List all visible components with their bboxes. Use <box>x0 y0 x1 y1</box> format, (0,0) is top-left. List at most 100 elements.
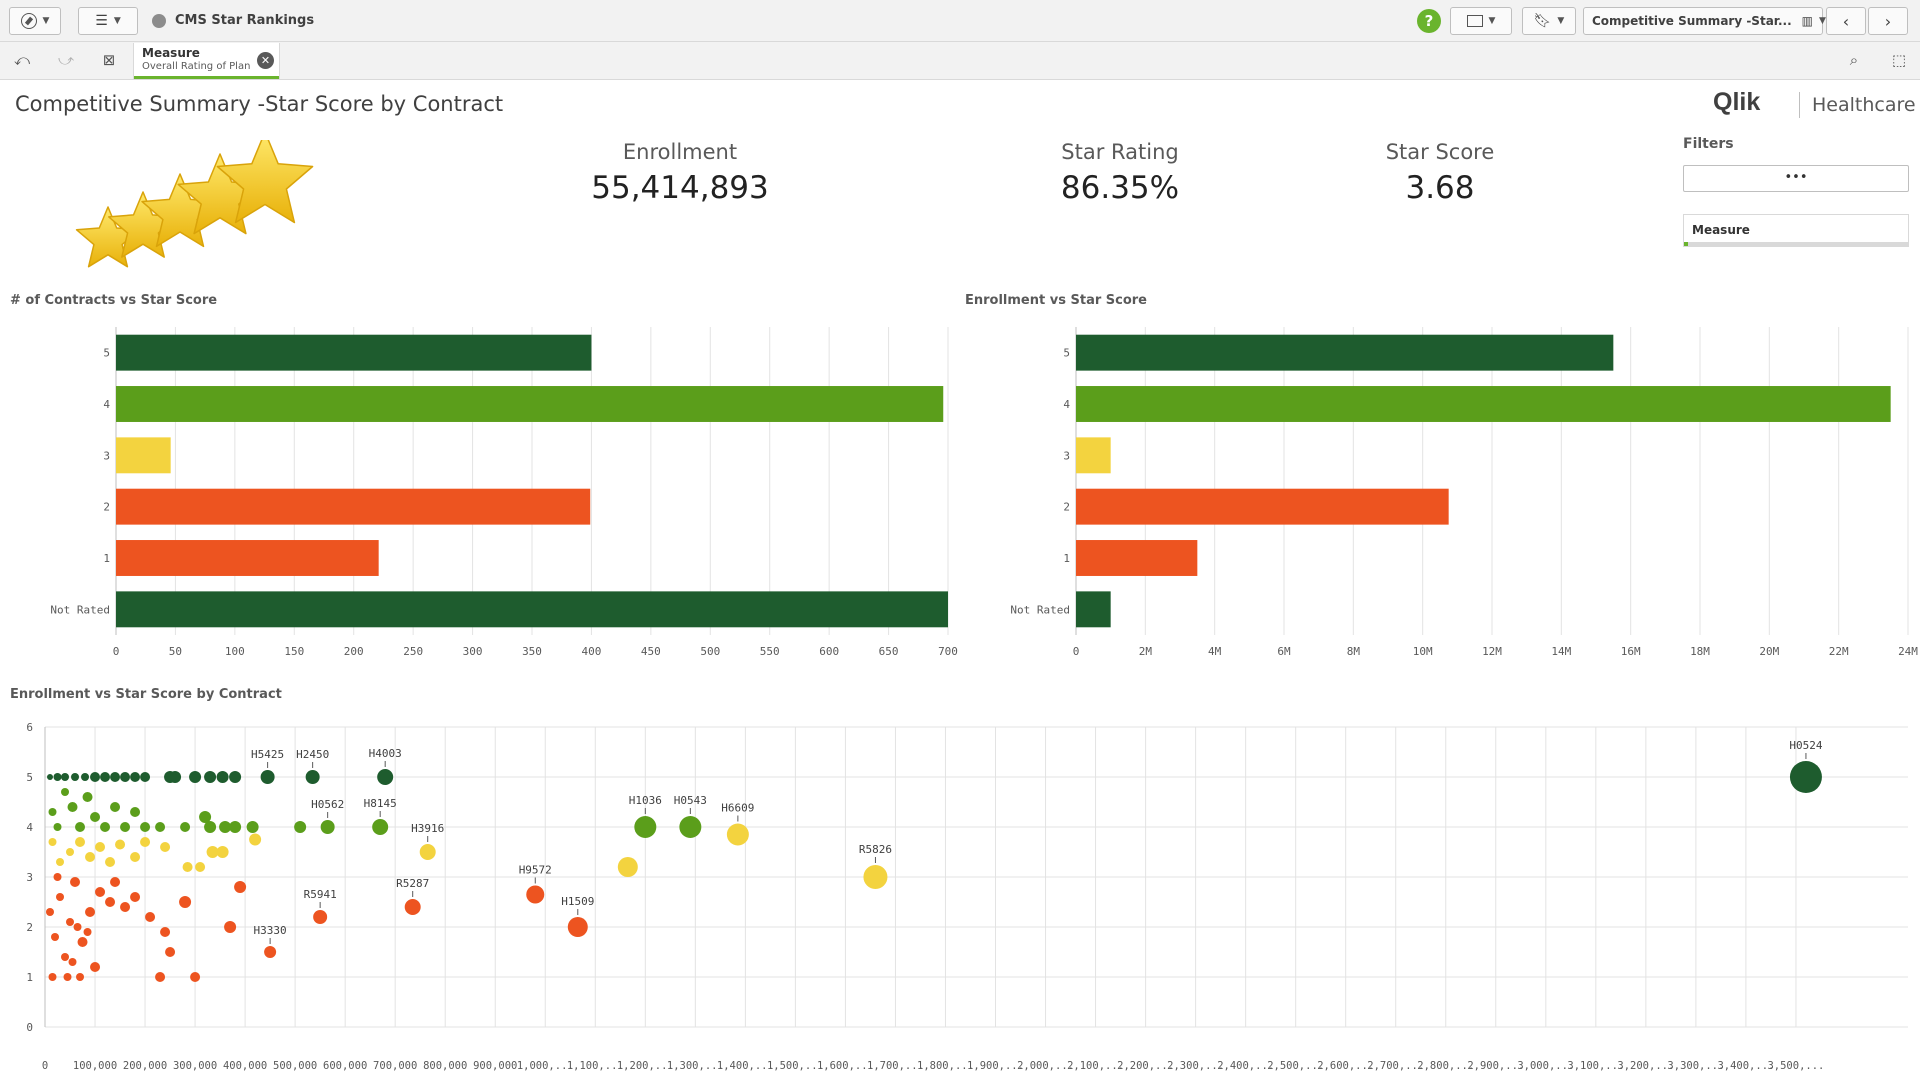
scatter-point <box>110 802 121 812</box>
next-sheet-button[interactable]: › <box>1868 7 1908 35</box>
bookmarks-button[interactable]: 🔖︎ ▼ <box>1522 7 1576 35</box>
qlik-logo-text: Qlik <box>1713 88 1761 116</box>
scatter-point <box>110 877 121 887</box>
smart-search-button[interactable]: ⌕ <box>1843 51 1865 71</box>
y-tick-label: Not Rated <box>1010 603 1070 616</box>
scatter-point <box>63 973 72 981</box>
scatter-point <box>130 772 141 782</box>
scatter-point <box>115 839 126 850</box>
logo-divider <box>1799 92 1800 118</box>
x-tick-label: 16M <box>1621 645 1641 658</box>
kpi-value: 3.68 <box>1405 170 1475 206</box>
chevron-down-icon: ▼ <box>1557 16 1565 26</box>
x-tick-label: 400 <box>581 645 601 658</box>
previous-sheet-button[interactable]: ‹ <box>1826 7 1866 35</box>
measure-filter-pane[interactable]: Measure <box>1683 214 1909 247</box>
point-label: R5287 <box>396 877 429 890</box>
scatter-point <box>47 774 54 780</box>
x-tick-label: 3,200,... <box>1617 1060 1674 1072</box>
x-tick-label: 4M <box>1208 645 1222 658</box>
navigation-menu-button[interactable]: ☰ ▼ <box>78 7 138 35</box>
scatter-point <box>75 822 86 832</box>
global-menu-button[interactable]: ▼ <box>9 7 61 35</box>
kpi-label: Enrollment <box>622 140 738 164</box>
scatter-point <box>53 823 62 831</box>
x-tick-label: 700 <box>938 645 958 658</box>
selections-tool-button[interactable]: ⬚ <box>1888 51 1910 71</box>
scatter-point <box>140 822 151 832</box>
filter-state-bar <box>1684 242 1908 246</box>
filters-more-button[interactable]: ••• <box>1683 165 1909 192</box>
remove-selection-button[interactable]: ✕ <box>257 52 274 69</box>
kpi-label: Star Rating <box>1061 140 1179 164</box>
close-icon: ✕ <box>260 54 271 67</box>
point-label: H2450 <box>296 748 329 761</box>
selection-chip-indicator <box>134 76 279 79</box>
kpi-star-rating: Star Rating 86.35% <box>1000 140 1240 206</box>
x-tick-label: 2,800,... <box>1417 1060 1474 1072</box>
scatter-point <box>679 816 702 838</box>
x-tick-label: 2,000,... <box>1017 1060 1074 1072</box>
scatter-point <box>61 773 70 781</box>
point-label: H8145 <box>364 797 397 810</box>
x-tick-label: 500,000 <box>273 1060 317 1072</box>
scatter-point <box>180 822 191 832</box>
x-tick-label: 600,000 <box>323 1060 367 1072</box>
selection-chip-field: Measure <box>142 46 200 60</box>
help-icon: ? <box>1424 12 1434 30</box>
x-tick-label: 200 <box>344 645 364 658</box>
scatter-point <box>70 877 81 887</box>
x-tick-label: 100 <box>225 645 245 658</box>
step-back-button[interactable]: ⤺ <box>11 51 33 71</box>
qlik-logo: Qlik <box>1713 88 1760 117</box>
scatter-point <box>164 771 177 783</box>
x-tick-label: 1,700,... <box>867 1060 924 1072</box>
x-tick-label: 650 <box>879 645 899 658</box>
bar <box>116 437 171 474</box>
scatter-point <box>66 918 75 926</box>
point-label: H6609 <box>721 802 754 815</box>
scatter-point <box>61 788 70 796</box>
x-tick-label: 0 <box>1073 645 1080 658</box>
filters-title: Filters <box>1683 136 1734 152</box>
point-label: H5425 <box>251 748 284 761</box>
help-button[interactable]: ? <box>1417 9 1441 33</box>
sheet-chart-icon: ▥ <box>1801 14 1814 28</box>
chevron-down-icon: ▼ <box>113 16 121 26</box>
selection-chip-measure[interactable]: Measure Overall Rating of Plan ✕ <box>133 43 280 79</box>
chart-title-contracts: # of Contracts vs Star Score <box>10 293 218 308</box>
point-label: H1036 <box>629 794 662 807</box>
scatter-point <box>199 811 212 823</box>
point-label: H0543 <box>674 794 707 807</box>
present-button[interactable]: ▼ <box>1450 7 1512 35</box>
sheet-selector[interactable]: Competitive Summary -Star... ▥ ▼ <box>1583 7 1826 35</box>
scatter-point <box>48 808 57 816</box>
scatter-point <box>56 858 65 866</box>
scatter-point <box>53 873 62 881</box>
x-tick-label: 12M <box>1482 645 1502 658</box>
app-title: CMS Star Rankings <box>175 13 315 28</box>
x-tick-label: 3,000,... <box>1517 1060 1574 1072</box>
x-tick-label: 3,300,... <box>1667 1060 1724 1072</box>
bar <box>1076 540 1198 576</box>
scatter-point <box>234 881 247 893</box>
x-tick-label: 2,600,... <box>1317 1060 1374 1072</box>
chevron-down-icon: ▼ <box>1819 16 1826 26</box>
step-forward-button[interactable]: ⤻ <box>55 51 77 71</box>
step-forward-icon: ⤻ <box>57 51 75 69</box>
scatter-point <box>224 921 237 933</box>
scatter-point <box>617 857 638 877</box>
x-tick-label: 350 <box>522 645 542 658</box>
scatter-point <box>372 819 389 835</box>
y-tick-label: 4 <box>26 821 33 834</box>
enrollment-scatter-chart: 0 100,000 200,000 300,000 400,000 500,000 600,… <box>26 721 1908 1072</box>
scatter-point <box>294 821 307 833</box>
scatter-point <box>249 833 262 846</box>
clear-selections-button[interactable]: ⊠ <box>98 51 120 71</box>
scatter-point <box>130 807 141 817</box>
scatter-point <box>313 910 328 924</box>
y-tick-label: 6 <box>26 721 33 734</box>
bar <box>116 540 379 576</box>
contracts-bar-chart: 0 50 100 150 200 250 300 350 400 450 500 550 600 650 7… <box>50 327 958 658</box>
kpi-star-score: Star Score 3.68 <box>1340 140 1540 206</box>
